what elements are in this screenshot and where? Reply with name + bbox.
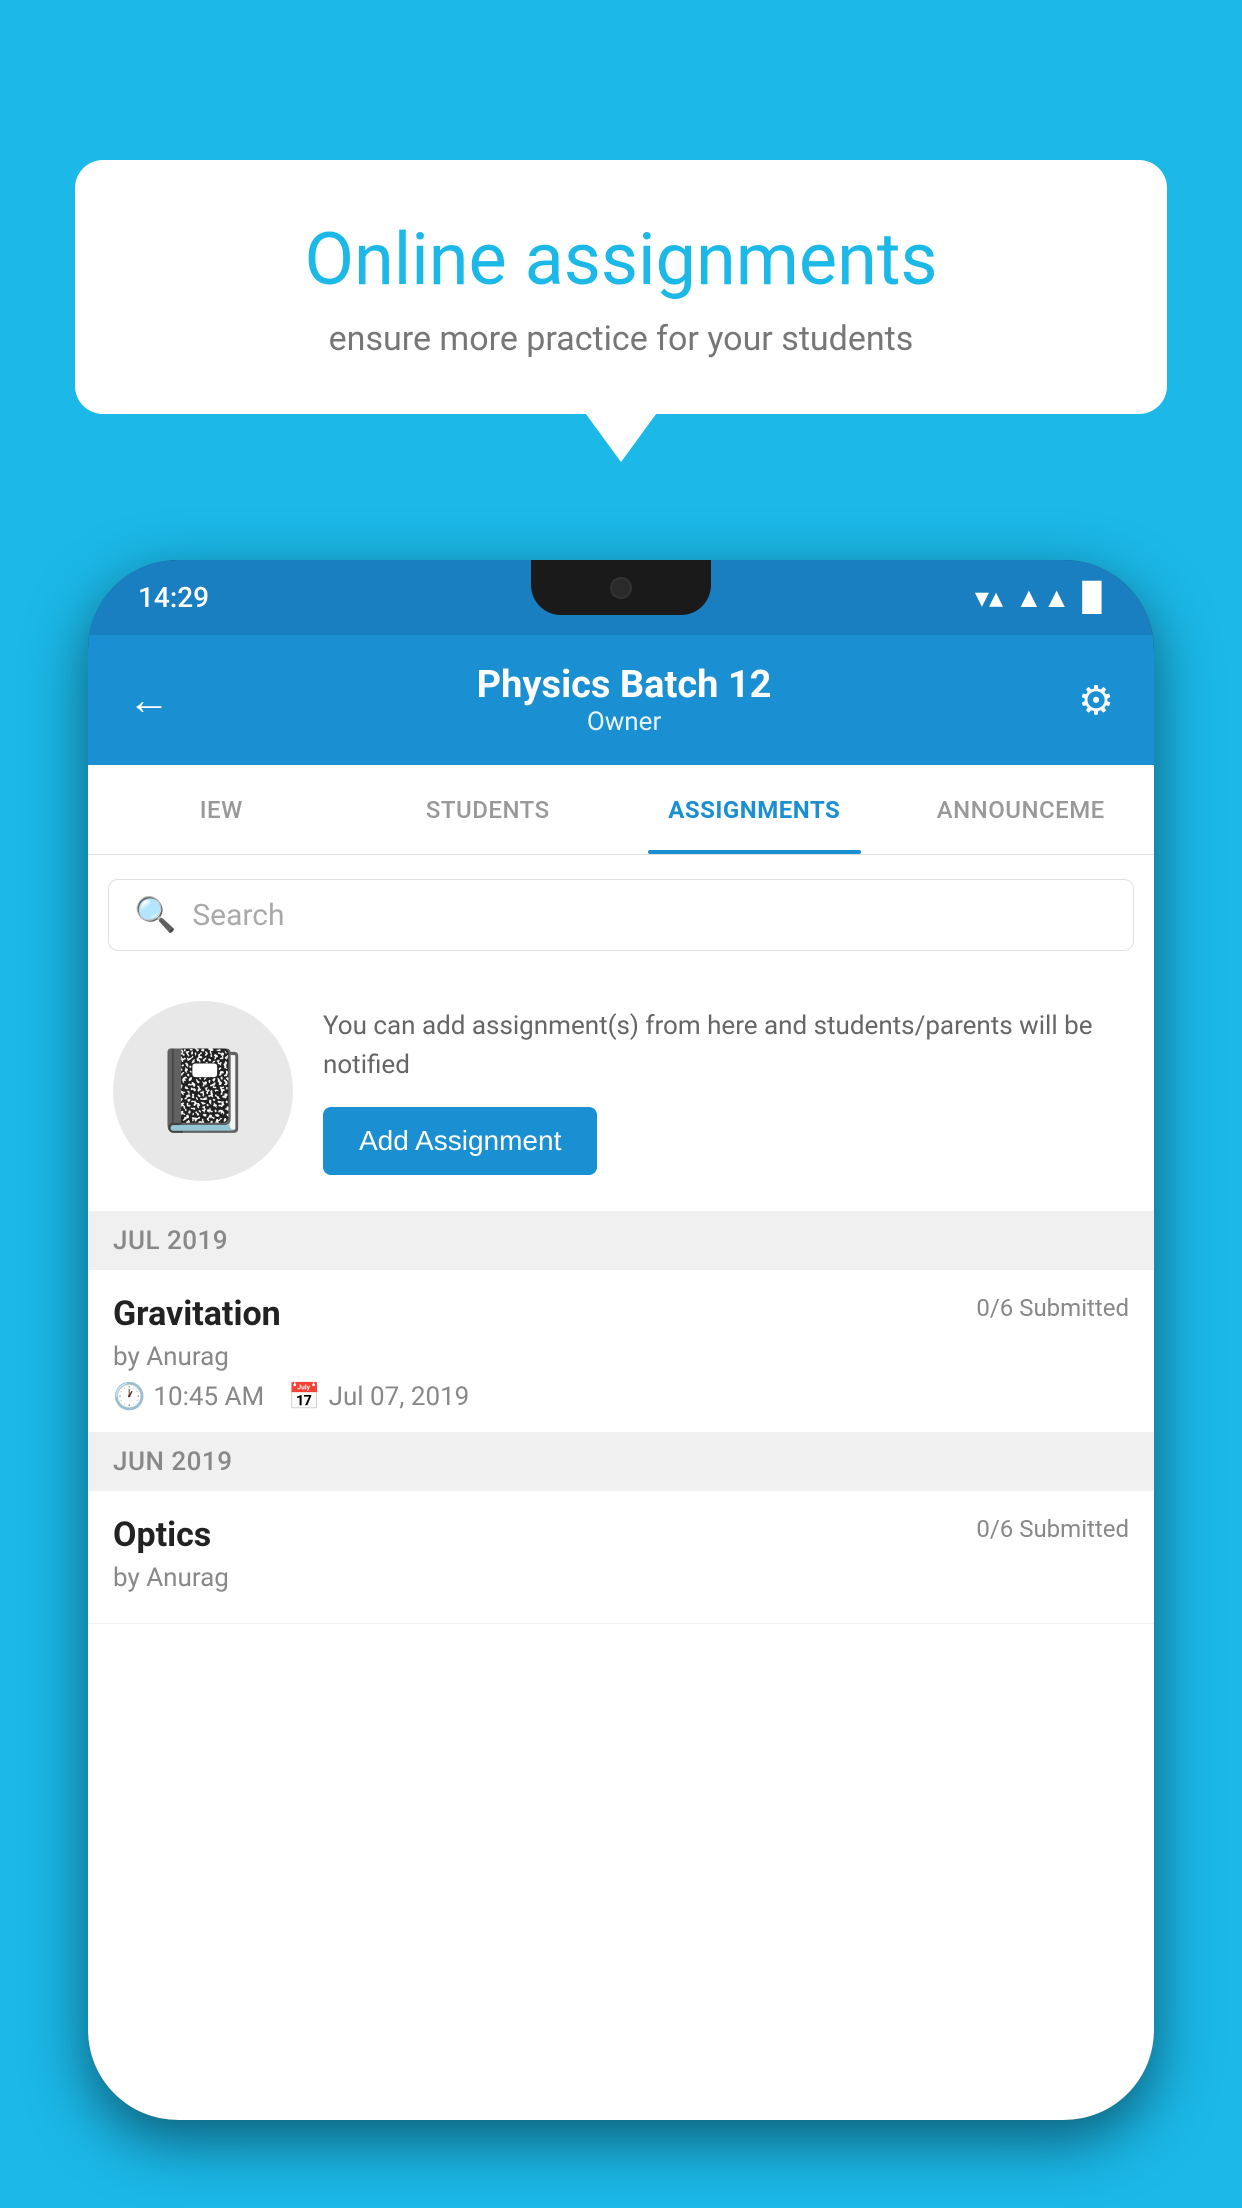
assignment-info: You can add assignment(s) from here and …	[323, 1007, 1129, 1175]
month-header-jul: JUL 2019	[88, 1212, 1154, 1270]
phone: 14:29 ▾▴ ▲▲ ▉ ← Physics Batch 12 Owner ⚙…	[88, 560, 1154, 2120]
assignment-item-header-optics: Optics 0/6 Submitted	[113, 1515, 1129, 1555]
speech-bubble-area: Online assignments ensure more practice …	[75, 160, 1167, 414]
tabs-bar: IEW STUDENTS ASSIGNMENTS ANNOUNCEME	[88, 765, 1154, 855]
assignment-author: by Anurag	[113, 1342, 1129, 1372]
speech-bubble-title: Online assignments	[145, 220, 1097, 299]
assignment-item-optics[interactable]: Optics 0/6 Submitted by Anurag	[88, 1491, 1154, 1624]
search-bar[interactable]: 🔍 Search	[108, 879, 1134, 951]
status-bar: 14:29 ▾▴ ▲▲ ▉	[88, 560, 1154, 635]
assignment-time: 10:45 AM	[153, 1382, 264, 1412]
speech-bubble: Online assignments ensure more practice …	[75, 160, 1167, 414]
tab-students[interactable]: STUDENTS	[355, 765, 622, 854]
back-button[interactable]: ←	[128, 676, 170, 725]
batch-title: Physics Batch 12	[170, 663, 1078, 707]
assignment-submitted: 0/6 Submitted	[976, 1294, 1129, 1322]
signal-icon: ▲▲	[1015, 581, 1070, 614]
tab-assignments[interactable]: ASSIGNMENTS	[621, 765, 888, 854]
settings-icon[interactable]: ⚙	[1078, 677, 1114, 724]
assignment-info-text: You can add assignment(s) from here and …	[323, 1007, 1129, 1085]
batch-role: Owner	[170, 707, 1078, 737]
header-title-area: Physics Batch 12 Owner	[170, 663, 1078, 737]
month-header-jun: JUN 2019	[88, 1433, 1154, 1491]
status-icons: ▾▴ ▲▲ ▉	[975, 581, 1104, 614]
assignment-item-header: Gravitation 0/6 Submitted	[113, 1294, 1129, 1334]
phone-container: 14:29 ▾▴ ▲▲ ▉ ← Physics Batch 12 Owner ⚙…	[88, 560, 1154, 2208]
camera-lens	[610, 577, 632, 599]
status-time: 14:29	[138, 581, 209, 614]
add-assignment-button[interactable]: Add Assignment	[323, 1107, 597, 1175]
assignment-date: Jul 07, 2019	[329, 1382, 470, 1412]
notebook-icon: 📓	[153, 1044, 253, 1138]
assignment-name: Gravitation	[113, 1294, 281, 1334]
app-header: ← Physics Batch 12 Owner ⚙	[88, 635, 1154, 765]
clock-icon: 🕐	[113, 1382, 145, 1412]
battery-icon: ▉	[1082, 581, 1104, 614]
assignment-author-optics: by Anurag	[113, 1563, 1129, 1593]
assignment-date-meta: 📅 Jul 07, 2019	[288, 1382, 469, 1412]
screen-content: 🔍 Search 📓 You can add assignment(s) fro…	[88, 855, 1154, 2120]
speech-bubble-subtitle: ensure more practice for your students	[145, 319, 1097, 359]
assignment-icon-circle: 📓	[113, 1001, 293, 1181]
add-assignment-section: 📓 You can add assignment(s) from here an…	[88, 971, 1154, 1212]
tab-overview[interactable]: IEW	[88, 765, 355, 854]
tab-announcements[interactable]: ANNOUNCEME	[888, 765, 1155, 854]
phone-notch	[531, 560, 711, 615]
assignment-time-meta: 🕐 10:45 AM	[113, 1382, 264, 1412]
assignment-name-optics: Optics	[113, 1515, 211, 1555]
assignment-item-gravitation[interactable]: Gravitation 0/6 Submitted by Anurag 🕐 10…	[88, 1270, 1154, 1433]
calendar-icon: 📅	[288, 1382, 320, 1412]
search-placeholder: Search	[192, 898, 284, 933]
search-icon: 🔍	[134, 895, 176, 935]
assignment-meta: 🕐 10:45 AM 📅 Jul 07, 2019	[113, 1382, 1129, 1412]
assignment-submitted-optics: 0/6 Submitted	[976, 1515, 1129, 1543]
wifi-icon: ▾▴	[975, 581, 1003, 614]
